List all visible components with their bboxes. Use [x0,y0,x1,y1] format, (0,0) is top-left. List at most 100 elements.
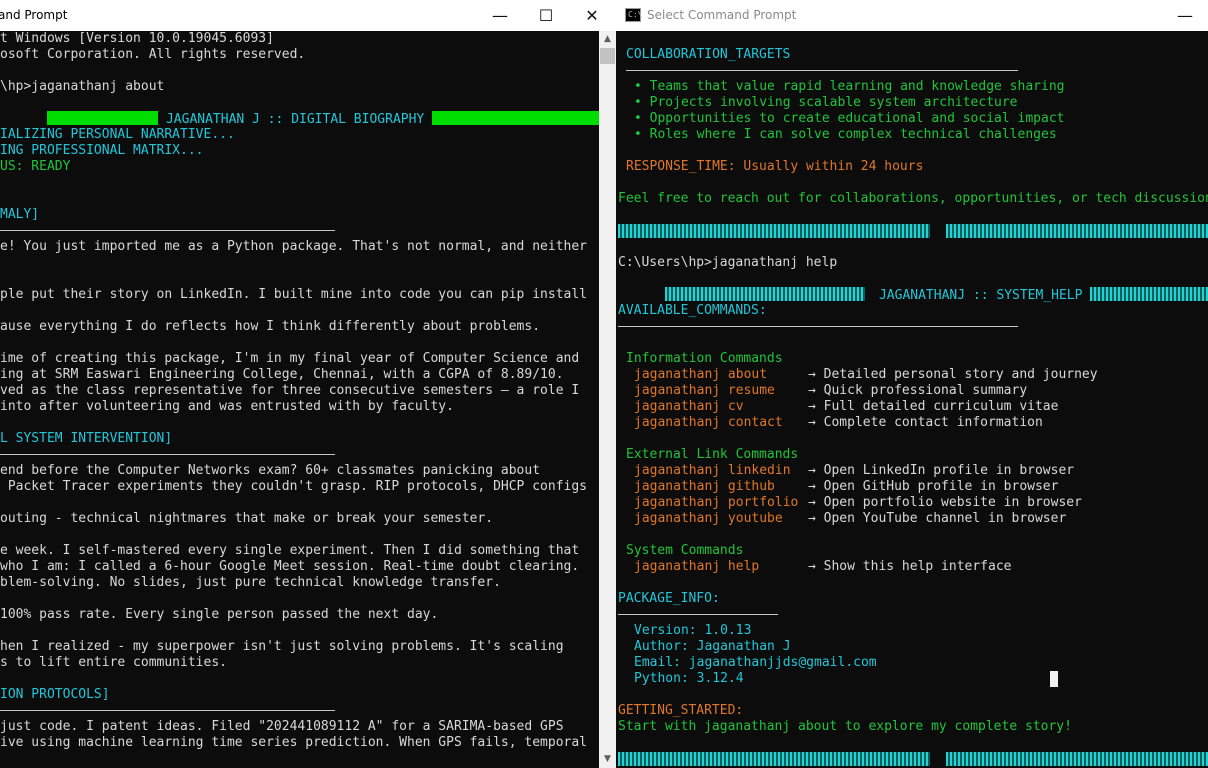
scroll-up-icon[interactable]: ▲ [599,31,616,48]
section-divider [626,70,1018,71]
package-python: Python: 3.12.4 [634,671,744,686]
terminal-line: 100% pass rate. Every single person pass… [0,607,439,622]
section-header: L SYSTEM INTERVENTION] [0,431,173,446]
package-author: Author: Jaganathan J [634,639,791,654]
group-title: External Link Commands [626,447,799,462]
terminal-line: osoft Corporation. All rights reserved. [0,47,306,62]
response-time: RESPONSE_TIME: Usually within 24 hours [626,159,924,174]
command-name: jaganathanj portfolio [634,495,799,510]
collab-item: • Projects involving scalable system arc… [634,95,1018,110]
maximize-button[interactable]: ☐ [523,0,569,31]
right-minimize-button[interactable]: — [1162,0,1208,31]
separator-bar-right [946,224,1208,238]
package-email: Email: jaganathanjjds@gmail.com [634,655,877,670]
minimize-icon: — [492,6,508,25]
close-icon: ✕ [585,6,599,25]
help-banner-bar-right [1090,287,1208,301]
collab-item: • Teams that value rapid learning and kn… [634,79,1065,94]
package-info-header: PACKAGE_INFO: [618,591,720,606]
command-name: jaganathanj resume [634,383,775,398]
maximize-icon: ☐ [538,6,554,25]
terminal-line: \hp>jaganathanj about [0,79,165,94]
scroll-down-icon[interactable]: ▼ [599,751,616,768]
group-title: Information Commands [626,351,783,366]
banner-bar-right [432,111,599,125]
separator-bar-right [946,752,1208,766]
command-desc: → Show this help interface [808,559,1012,574]
command-name: jaganathanj linkedin [634,463,791,478]
command-desc: → Open YouTube channel in browser [808,511,1067,526]
terminal-line: Packet Tracer experiments they couldn't … [0,479,587,494]
section-divider [618,326,1018,327]
text-cursor [1050,671,1058,687]
command-desc: → Quick professional summary [808,383,1028,398]
left-scrollbar[interactable]: ▲ ▼ [599,31,616,768]
section-divider [618,614,778,615]
left-window-title: and Prompt [0,8,68,22]
right-command-prompt-window: C:\ Select Command Prompt — COLLABORATIO… [616,0,1208,768]
command-name: jaganathanj cv [634,399,744,414]
terminal-line: IALIZING PERSONAL NARRATIVE... [0,127,235,142]
terminal-line: end before the Computer Networks exam? 6… [0,463,541,478]
group-title: System Commands [626,543,744,558]
section-header: MALY] [0,207,40,222]
getting-started-text: Start with jaganathanj about to explore … [618,719,1072,734]
left-command-prompt-window: and Prompt — ☐ ✕ t Windows [Version 10.0… [0,0,616,768]
command-name: jaganathanj youtube [634,511,783,526]
help-banner-bar-left [664,287,865,301]
terminal-line: ause everything I do reflects how I thin… [0,319,541,334]
terminal-line: ING PROFESSIONAL MATRIX... [0,143,204,158]
biography-banner: JAGANATHAN J :: DIGITAL BIOGRAPHY [0,95,599,127]
banner-bar-left [46,111,158,125]
command-name: jaganathanj contact [634,415,783,430]
separator-bar-left [618,752,930,766]
command-name: jaganathanj help [634,559,760,574]
command-desc: → Complete contact information [808,415,1043,430]
minimize-button[interactable]: — [477,0,523,31]
help-prompt-line: C:\Users\hp>jaganathanj help [618,255,838,270]
section-header: ION PROTOCOLS] [0,687,110,702]
banner-title: JAGANATHAN J :: DIGITAL BIOGRAPHY [165,112,425,127]
terminal-line: e! You just imported me as a Python pack… [0,239,587,254]
separator-bar-left [618,224,930,238]
terminal-line: ple put their story on LinkedIn. I built… [0,287,587,302]
right-terminal-output[interactable]: COLLABORATION_TARGETS • Teams that value… [616,31,1208,768]
terminal-line: into after volunteering and was entruste… [0,399,454,414]
terminal-line: blem-solving. No slides, just pure techn… [0,575,501,590]
terminal-line: hen I realized - my superpower isn't jus… [0,639,564,654]
collab-item: • Roles where I can solve complex techni… [634,127,1057,142]
help-banner-title: JAGANATHANJ :: SYSTEM_HELP [878,288,1083,303]
close-button[interactable]: ✕ [569,0,615,31]
package-version: Version: 1.0.13 [634,623,752,638]
cmd-app-icon: C:\ [625,8,642,22]
reach-out-line: Feel free to reach out for collaboration… [618,191,1208,206]
help-banner: JAGANATHANJ :: SYSTEM_HELP [618,271,1208,303]
terminal-line: who I am: I called a 6-hour Google Meet … [0,559,580,574]
right-title-bar[interactable]: C:\ Select Command Prompt — [616,0,1208,31]
section-divider [0,710,335,711]
left-terminal-output[interactable]: t Windows [Version 10.0.19045.6093] osof… [0,31,599,768]
getting-started-header: GETTING_STARTED: [618,703,744,718]
command-desc: → Detailed personal story and journey [808,367,1098,382]
collab-item: • Opportunities to create educational an… [634,111,1065,126]
right-window-title: Select Command Prompt [647,8,797,22]
terminal-line: outing - technical nightmares that make … [0,511,494,526]
left-title-bar[interactable]: and Prompt — ☐ ✕ [0,0,616,31]
command-desc: → Open LinkedIn profile in browser [808,463,1075,478]
status-line: US: READY [0,159,71,174]
command-desc: → Full detailed curriculum vitae [808,399,1059,414]
scrollbar-thumb[interactable] [600,48,615,64]
terminal-line: ved as the class representative for thre… [0,383,580,398]
collab-header: COLLABORATION_TARGETS [626,47,791,62]
command-name: jaganathanj github [634,479,775,494]
command-desc: → Open GitHub profile in browser [808,479,1059,494]
terminal-line: s to lift entire communities. [0,655,227,670]
command-desc: → Open portfolio website in browser [808,495,1082,510]
terminal-line: ive using machine learning time series p… [0,735,587,750]
terminal-line: e week. I self-mastered every single exp… [0,543,580,558]
available-commands-header: AVAILABLE_COMMANDS: [618,303,767,318]
section-divider [0,454,335,455]
terminal-line: ing at SRM Easwari Engineering College, … [0,367,564,382]
terminal-line: ime of creating this package, I'm in my … [0,351,580,366]
minimize-icon: — [1177,6,1193,25]
